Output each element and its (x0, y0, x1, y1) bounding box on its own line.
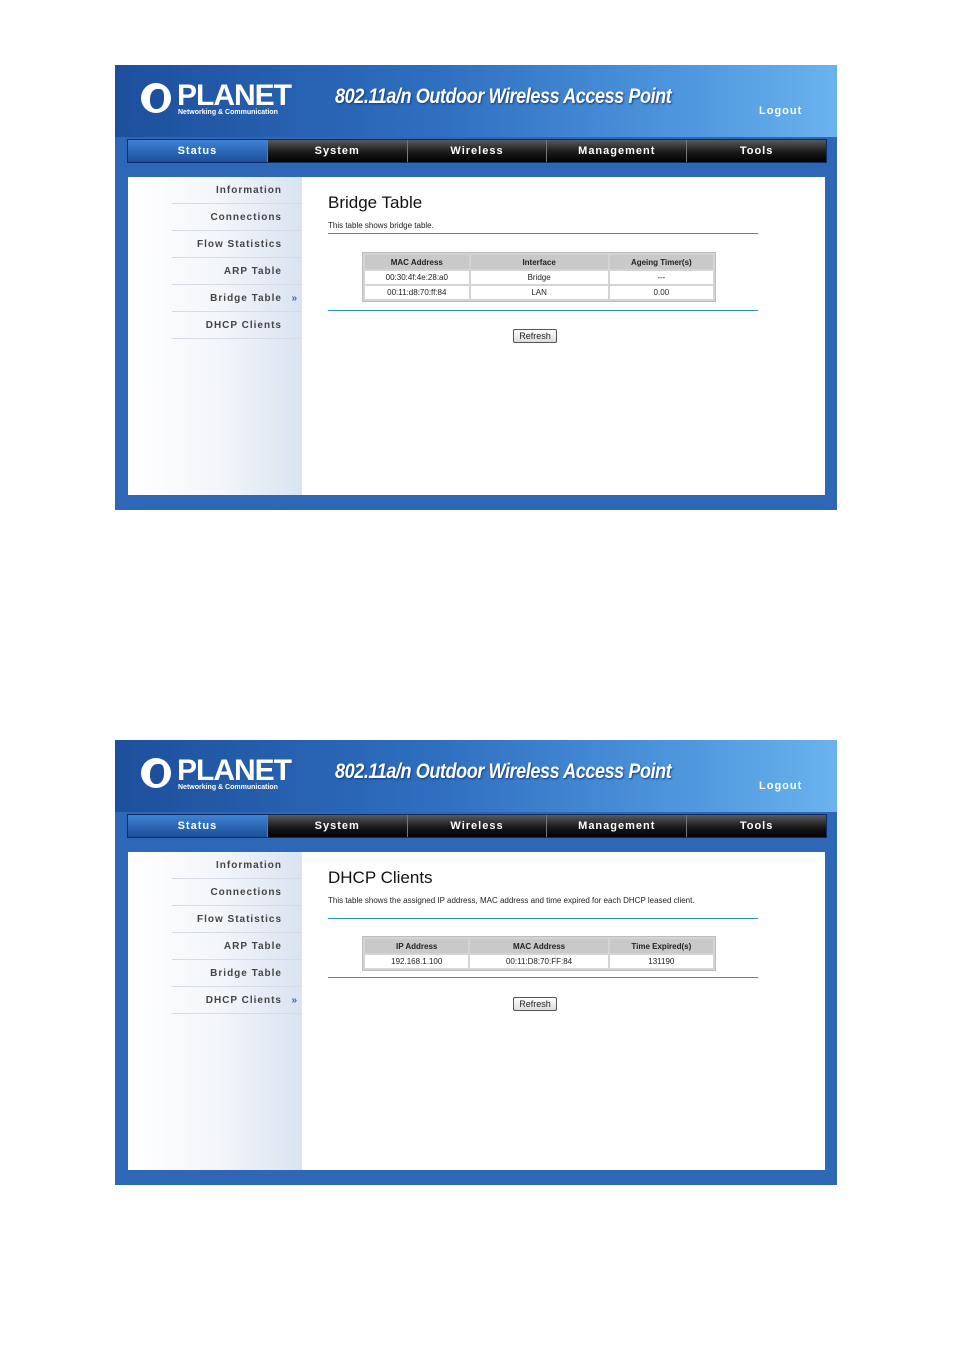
planet-logo-icon (141, 758, 171, 788)
logo-text: PLANET (177, 79, 292, 112)
column-header: Time Expired(s) (609, 939, 713, 953)
interface-cell: Bridge (470, 271, 608, 284)
tab-management[interactable]: Management (547, 140, 688, 162)
sidebar: Information Connections Flow Statistics … (128, 852, 302, 1170)
column-header: MAC Address (470, 939, 608, 953)
tab-tools[interactable]: Tools (687, 140, 826, 162)
table-header-row: IP Address MAC Address Time Expired(s) (365, 939, 713, 953)
mac-address-cell: 00:30:4f:4e:28:a0 (365, 271, 469, 284)
interface-cell: LAN (470, 286, 608, 299)
tab-status[interactable]: Status (128, 815, 268, 837)
bridge-table-screenshot: PLANET Networking & Communication 802.11… (115, 65, 837, 510)
top-divider (328, 918, 758, 919)
sidebar-item-flow-statistics[interactable]: Flow Statistics (172, 906, 302, 933)
tab-wireless[interactable]: Wireless (408, 815, 548, 837)
time-expired-cell: 131190 (609, 955, 713, 968)
page-title: DHCP Clients (328, 868, 433, 887)
ip-address-cell: 192.168.1.100 (365, 955, 469, 968)
sidebar-item-flow-statistics[interactable]: Flow Statistics (172, 231, 302, 258)
mac-address-cell: 00:11:d8:70:ff:84 (365, 286, 469, 299)
column-header: Interface (470, 255, 608, 269)
main-nav: Status System Wireless Management Tools (127, 814, 827, 838)
table-row: 192.168.1.100 00:11:D8:70:FF:84 131190 (365, 955, 713, 968)
active-arrow-icon: » (291, 293, 298, 304)
refresh-button[interactable]: Refresh (513, 329, 557, 343)
header-banner: PLANET Networking & Communication 802.11… (115, 740, 837, 812)
content-area: Information Connections Flow Statistics … (128, 852, 825, 1170)
sidebar-item-connections[interactable]: Connections (172, 204, 302, 231)
sidebar-item-connections[interactable]: Connections (172, 879, 302, 906)
logo-subtitle: Networking & Communication (178, 109, 278, 116)
logo-subtitle: Networking & Communication (178, 784, 278, 791)
table-row: 00:11:d8:70:ff:84 LAN 0.00 (365, 286, 713, 299)
tab-tools[interactable]: Tools (687, 815, 826, 837)
page-description: This table shows the assigned IP address… (328, 896, 695, 905)
bottom-divider (328, 977, 758, 978)
main-nav: Status System Wireless Management Tools (127, 139, 827, 163)
tab-system[interactable]: System (268, 140, 408, 162)
column-header: MAC Address (365, 255, 469, 269)
product-title: 802.11a/n Outdoor Wireless Access Point (335, 85, 672, 108)
ageing-timer-cell: --- (609, 271, 713, 284)
page-description: This table shows bridge table. (328, 221, 434, 230)
product-title: 802.11a/n Outdoor Wireless Access Point (335, 760, 672, 783)
sidebar-item-dhcp-clients[interactable]: DHCP Clients» (172, 987, 302, 1014)
sidebar-item-bridge-table[interactable]: Bridge Table (172, 960, 302, 987)
logo-text: PLANET (177, 754, 292, 787)
column-header: IP Address (365, 939, 469, 953)
bottom-divider (328, 310, 758, 311)
sidebar-item-bridge-table[interactable]: Bridge Table» (172, 285, 302, 312)
dhcp-clients-table: IP Address MAC Address Time Expired(s) 1… (362, 936, 716, 971)
mac-address-cell: 00:11:D8:70:FF:84 (470, 955, 608, 968)
sidebar-item-arp-table[interactable]: ARP Table (172, 933, 302, 960)
tab-status[interactable]: Status (128, 140, 268, 162)
refresh-button[interactable]: Refresh (513, 997, 557, 1011)
logout-link[interactable]: Logout (759, 780, 802, 792)
sidebar-item-arp-table[interactable]: ARP Table (172, 258, 302, 285)
dhcp-clients-screenshot: PLANET Networking & Communication 802.11… (115, 740, 837, 1185)
table-row: 00:30:4f:4e:28:a0 Bridge --- (365, 271, 713, 284)
header-banner: PLANET Networking & Communication 802.11… (115, 65, 837, 137)
column-header: Ageing Timer(s) (609, 255, 713, 269)
page-title: Bridge Table (328, 193, 423, 212)
tab-wireless[interactable]: Wireless (408, 140, 548, 162)
tab-system[interactable]: System (268, 815, 408, 837)
logout-link[interactable]: Logout (759, 105, 802, 117)
table-header-row: MAC Address Interface Ageing Timer(s) (365, 255, 713, 269)
ageing-timer-cell: 0.00 (609, 286, 713, 299)
active-arrow-icon: » (291, 995, 298, 1006)
sidebar: Information Connections Flow Statistics … (128, 177, 302, 495)
sidebar-item-information[interactable]: Information (172, 852, 302, 879)
sidebar-item-information[interactable]: Information (172, 177, 302, 204)
bridge-table: MAC Address Interface Ageing Timer(s) 00… (362, 252, 716, 302)
sidebar-item-dhcp-clients[interactable]: DHCP Clients (172, 312, 302, 339)
top-divider (328, 233, 758, 234)
planet-logo-icon (141, 83, 171, 113)
content-area: Information Connections Flow Statistics … (128, 177, 825, 495)
tab-management[interactable]: Management (547, 815, 688, 837)
